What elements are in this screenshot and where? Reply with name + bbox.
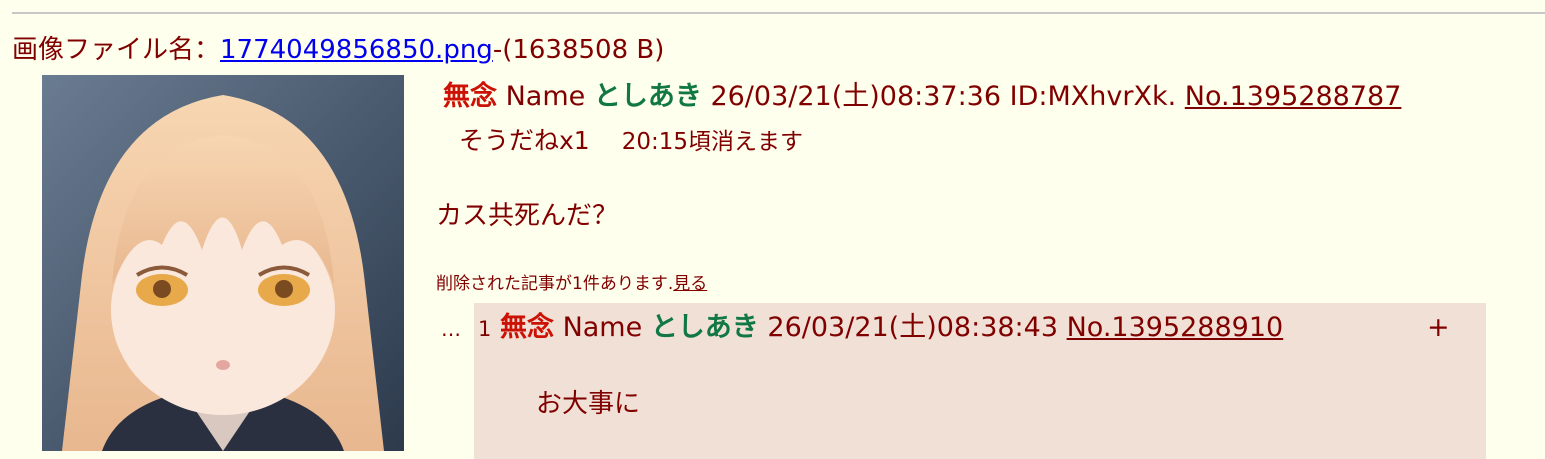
sodane-button[interactable]: そうだねx1: [459, 126, 590, 155]
deleted-notice: 削除された記事が1件あります.見る: [436, 272, 707, 296]
reply-comment: お大事に: [536, 389, 641, 419]
reply-header: 1 無念 Name としあき 26/03/21(土)08:38:43 No.13…: [478, 310, 1283, 347]
post-thumbnail[interactable]: [42, 75, 404, 451]
file-label: 画像ファイル名：: [12, 35, 221, 65]
reply-name-label: Name: [562, 312, 643, 343]
anime-girl-thumbnail-image: [42, 75, 404, 451]
post-datetime: 26/03/21(土)08:37:36 ID:MXhvrXk.: [710, 81, 1177, 112]
reply-datetime: 26/03/21(土)08:38:43: [767, 312, 1058, 343]
deleted-notice-text: 削除された記事が1件あります.: [436, 274, 674, 294]
top-divider: [12, 12, 1545, 14]
poster-name: としあき: [593, 81, 702, 112]
reply-subject: 無念: [499, 312, 554, 343]
view-deleted-link[interactable]: 見る: [673, 274, 707, 294]
file-info: 画像ファイル名：1774049856850.png-(1638508 B): [12, 32, 664, 68]
reply-poster-name: としあき: [650, 312, 759, 343]
reply-ellipsis: …: [441, 317, 461, 341]
file-size: -(1638508 B): [492, 35, 665, 65]
file-link[interactable]: 1774049856850.png: [220, 35, 493, 65]
post-number-link[interactable]: No.1395288787: [1185, 81, 1402, 112]
post-comment: カス共死んだ？: [436, 201, 619, 231]
reply-number-link[interactable]: No.1395288910: [1067, 312, 1284, 343]
sodane-line: そうだねx1 20:15頃消えます: [459, 124, 803, 159]
name-label: Name: [505, 81, 586, 112]
post-subject: 無念: [443, 81, 497, 112]
sodane-plus-button[interactable]: +: [1427, 310, 1450, 346]
post-header: 無念 Name としあき 26/03/21(土)08:37:36 ID:MXhv…: [443, 79, 1401, 115]
reply-index: 1: [478, 317, 492, 341]
expire-time: 20:15頃消えます: [621, 129, 803, 155]
